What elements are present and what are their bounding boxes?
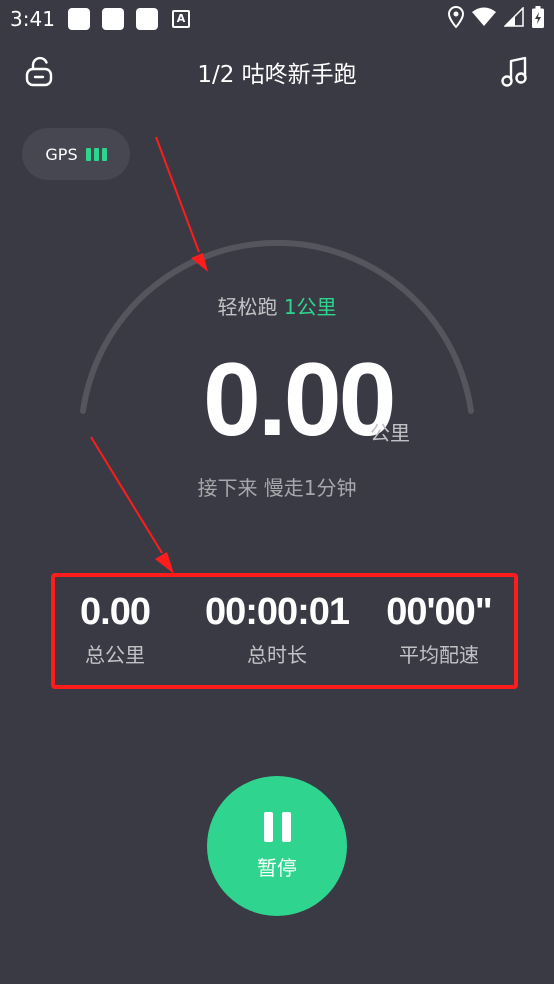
- pause-label: 暂停: [257, 855, 297, 880]
- stat-total-distance: 0.00 总公里: [65, 593, 165, 668]
- distance-value: 0.00: [203, 342, 396, 458]
- workout-target: 1公里: [283, 295, 337, 319]
- music-note-icon: [501, 56, 527, 87]
- page-title: 1/2 咕咚新手跑: [197, 62, 357, 88]
- stat-total-time: 00:00:01 总时长: [201, 593, 353, 668]
- annotation-arrow: [90, 436, 174, 574]
- music-button[interactable]: [500, 56, 530, 88]
- status-bar: 3:41 A: [0, 0, 554, 38]
- gps-bar: [93, 147, 99, 161]
- workout-label: 轻松跑 1公里: [0, 291, 554, 320]
- gps-indicator: GPS: [22, 128, 130, 180]
- status-time: 3:41: [10, 7, 55, 31]
- gps-signal-icon: [85, 147, 107, 161]
- signal-icon: [504, 7, 524, 27]
- stat-value: 0.00: [80, 591, 151, 633]
- pause-button[interactable]: 暂停: [207, 776, 347, 916]
- a-icon: A: [172, 10, 190, 28]
- system-icons: [448, 6, 544, 28]
- stat-average-pace: 00'00" 平均配速: [379, 593, 499, 668]
- workout-type: 轻松跑: [217, 295, 278, 319]
- stat-value: 00'00": [386, 591, 493, 633]
- stat-label: 总时长: [247, 643, 307, 667]
- gps-label: GPS: [45, 144, 78, 164]
- stat-value: 00:00:01: [204, 591, 350, 633]
- distance-unit: 公里: [370, 421, 410, 445]
- square-icon: [102, 8, 124, 30]
- stat-label: 平均配速: [399, 643, 479, 667]
- battery-icon: [532, 6, 544, 28]
- stat-label: 总公里: [85, 643, 145, 667]
- square-icon: [68, 8, 90, 30]
- next-step-hint: 接下来 慢走1分钟: [197, 476, 357, 500]
- pause-icon: [263, 811, 291, 842]
- wifi-icon: [472, 7, 496, 26]
- location-icon: [448, 6, 464, 28]
- square-icon: [136, 8, 158, 30]
- gps-bar: [85, 147, 91, 161]
- gps-bar: [101, 147, 107, 161]
